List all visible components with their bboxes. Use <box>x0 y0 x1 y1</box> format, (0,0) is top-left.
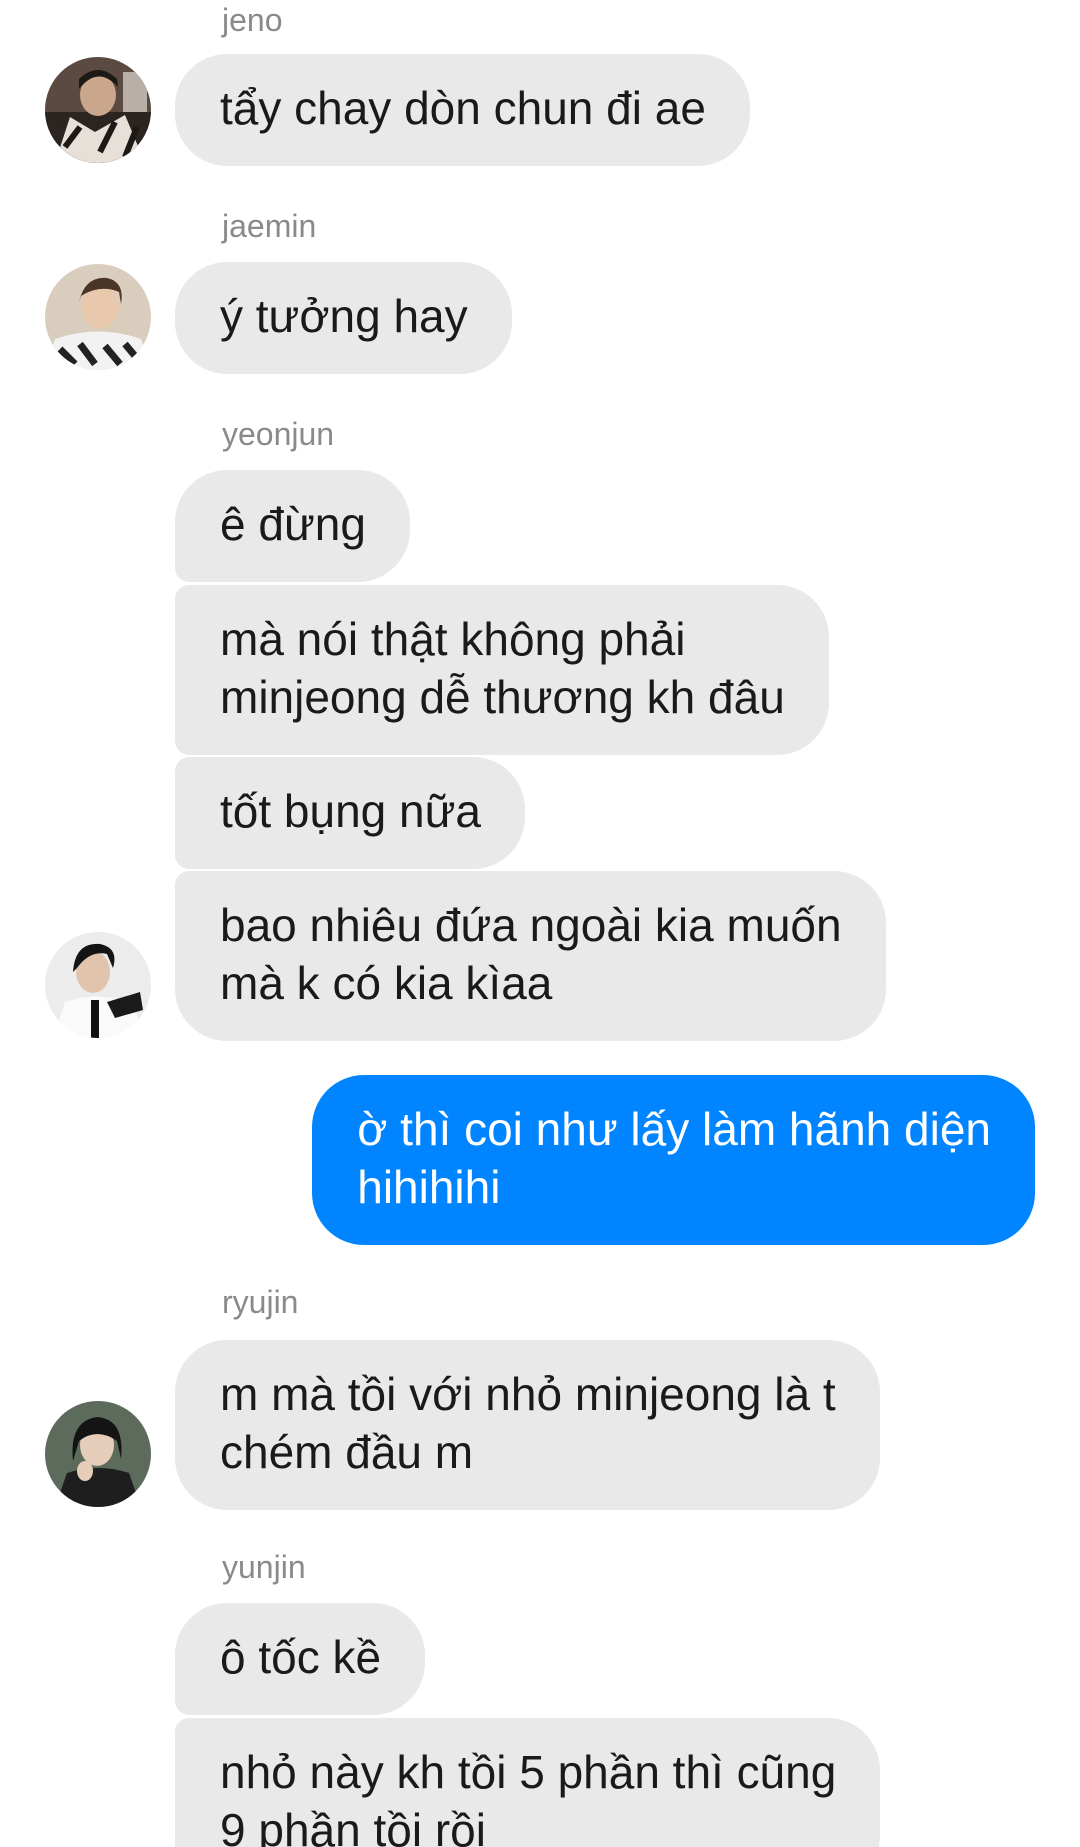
sender-name-yunjin: yunjin <box>222 1549 306 1585</box>
chat-thread: jeno tẩy chay dòn chun đi ae jaemin ý tư… <box>0 0 1080 1847</box>
message-bubble[interactable]: nhỏ này kh tồi 5 phần thì cũng 9 phần tồ… <box>175 1718 881 1847</box>
avatar-ryujin[interactable] <box>45 1401 151 1507</box>
sender-name-ryujin: ryujin <box>222 1284 299 1320</box>
avatar-jaemin[interactable] <box>45 264 151 370</box>
message-bubble[interactable]: tẩy chay dòn chun đi ae <box>175 54 750 166</box>
message-bubble[interactable]: ê đừng <box>175 470 410 582</box>
message-bubble[interactable]: ý tưởng hay <box>175 262 512 374</box>
message-bubble[interactable]: bao nhiêu đứa ngoài kia muốn mà k có kia… <box>175 871 886 1041</box>
sender-name-jaemin: jaemin <box>222 208 317 244</box>
avatar-jeno[interactable] <box>45 57 151 163</box>
message-bubble[interactable]: ô tốc kề <box>175 1603 426 1715</box>
message-bubble[interactable]: mà nói thật không phải minjeong dễ thươn… <box>175 585 829 755</box>
message-bubble[interactable]: m mà tồi với nhỏ minjeong là t chém đầu … <box>175 1340 880 1510</box>
avatar-yeonjun[interactable] <box>45 932 151 1038</box>
sender-name-yeonjun: yeonjun <box>222 416 335 452</box>
sender-name-jeno: jeno <box>222 2 283 38</box>
message-bubble[interactable]: tốt bụng nữa <box>175 757 525 869</box>
outgoing-message-bubble[interactable]: ờ thì coi như lấy làm hãnh diện hihihihi <box>312 1075 1035 1245</box>
